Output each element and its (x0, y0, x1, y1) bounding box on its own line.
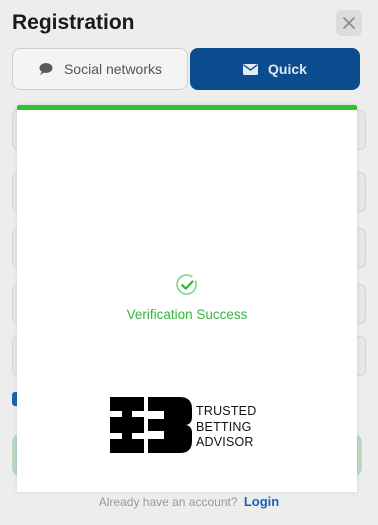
modal-accent-bar (17, 105, 357, 110)
verification-status: Verification Success (126, 307, 248, 322)
check-circle-icon (175, 273, 199, 297)
tba-logo-mark-icon (110, 397, 192, 453)
logo-line-3: ADVISOR (196, 435, 254, 449)
logo-line-1: TRUSTED (196, 404, 257, 418)
verification-modal: Verification Success TRUSTED BETTING ADV… (17, 105, 357, 492)
trusted-betting-advisor-logo: TRUSTED BETTING ADVISOR (110, 397, 270, 457)
logo-line-2: BETTING (196, 419, 252, 434)
tba-logo-wordmark: TRUSTED BETTING ADVISOR (196, 404, 256, 451)
